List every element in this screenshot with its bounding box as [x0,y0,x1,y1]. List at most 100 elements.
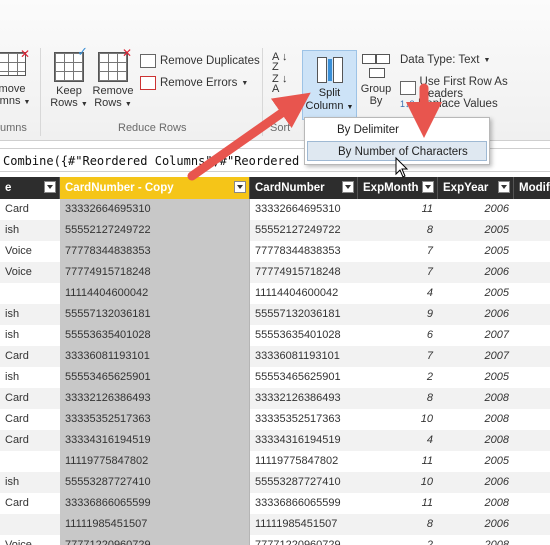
table-cell[interactable]: 1 [514,430,550,451]
table-cell[interactable]: Card [0,388,60,409]
table-cell[interactable]: Card [0,493,60,514]
filter-dropdown-icon[interactable] [234,181,246,193]
table-cell[interactable]: 2005 [438,283,514,304]
table-cell[interactable]: 7 [358,346,438,367]
table-cell[interactable]: 4 [514,304,550,325]
table-cell[interactable]: 55553635401028 [250,325,358,346]
table-cell[interactable] [514,325,550,346]
replace-values-button[interactable]: 1↓2 Replace Values [400,98,498,110]
table-row[interactable]: Voice 77771220960729 77771220960729 2 2008 [0,535,550,545]
table-row[interactable]: ish 55553635401028 55553635401028 6 2007 [0,325,550,346]
table-cell[interactable]: 7 [358,262,438,283]
table-cell[interactable]: Card [0,409,60,430]
keep-rows-button[interactable]: ✓ Keep Rows ▼ [48,45,90,111]
table-cell[interactable]: 2008 [438,493,514,514]
filter-dropdown-icon[interactable] [422,181,434,193]
table-cell[interactable]: ish [0,325,60,346]
column-header-expyear[interactable]: ExpYear [438,177,514,199]
sort-descending-button[interactable]: Z A ↓ [272,74,288,95]
table-cell[interactable] [0,283,60,304]
use-first-row-headers-button[interactable]: Use First Row As Headers [400,76,550,100]
table-cell[interactable]: 77778344838353 [60,241,250,262]
table-cell[interactable]: 7 [358,241,438,262]
table-cell[interactable]: 77774915718248 [60,262,250,283]
table-row[interactable]: Voice7777834483835377778344838353720051 [0,241,550,262]
table-cell[interactable]: 55557132036181 [60,304,250,325]
table-cell[interactable]: 2006 [438,199,514,220]
table-cell[interactable]: 2 [358,535,438,545]
table-cell[interactable]: 77774915718248 [250,262,358,283]
table-row[interactable]: Card3333431619451933334316194519420081 [0,430,550,451]
table-cell[interactable]: 33335352517363 [250,409,358,430]
table-cell[interactable]: 77771220960729 [60,535,250,545]
table-row[interactable]: Card 33335352517363 33335352517363 10 2008 [0,409,550,430]
table-cell[interactable]: 4 [358,430,438,451]
table-cell[interactable]: 6 [358,325,438,346]
table-cell[interactable]: 11119775847802 [60,451,250,472]
split-column-button[interactable]: Split Column ▼ [302,50,357,120]
table-cell[interactable]: 12 [514,514,550,535]
table-cell[interactable]: 55553635401028 [60,325,250,346]
table-cell[interactable]: 55552127249722 [60,220,250,241]
table-cell[interactable] [514,451,550,472]
table-row[interactable]: ish555532877274105555328772741010200611 [0,472,550,493]
table-row[interactable]: Card33336866065599333368660655991120085 [0,493,550,514]
table-row[interactable]: 11111985451507111119854515078200612 [0,514,550,535]
table-row[interactable]: Card33332664695310333326646953101120067 [0,199,550,220]
table-cell[interactable]: 10 [358,409,438,430]
table-cell[interactable]: 8 [358,514,438,535]
table-cell[interactable]: Card [0,346,60,367]
table-cell[interactable]: Voice [0,262,60,283]
table-row[interactable]: Card3333212638649333332126386493820088 [0,388,550,409]
column-header-modified[interactable]: Modif [514,177,550,199]
table-cell[interactable]: 9 [358,304,438,325]
table-cell[interactable]: 2006 [438,472,514,493]
table-cell[interactable]: 33332126386493 [250,388,358,409]
table-cell[interactable]: 11 [358,199,438,220]
table-cell[interactable]: 7 [514,199,550,220]
table-cell[interactable]: 33336081193101 [250,346,358,367]
remove-columns-button[interactable]: ✕ move umns ▼ [0,48,34,109]
table-cell[interactable] [0,514,60,535]
table-cell[interactable]: ish [0,367,60,388]
table-cell[interactable]: 55553465625901 [60,367,250,388]
filter-dropdown-icon[interactable] [342,181,354,193]
table-row[interactable]: 11114404600042 11114404600042 4 2005 [0,283,550,304]
table-cell[interactable]: Voice [0,241,60,262]
table-cell[interactable]: Card [0,430,60,451]
table-cell[interactable]: 33334316194519 [250,430,358,451]
table-cell[interactable]: 5 [514,262,550,283]
remove-rows-button[interactable]: ✕ Remove Rows ▼ [92,47,134,111]
table-cell[interactable]: 11114404600042 [60,283,250,304]
table-cell[interactable]: Card [0,199,60,220]
table-cell[interactable]: 11111985451507 [60,514,250,535]
table-cell[interactable]: 2 [358,367,438,388]
table-cell[interactable]: 55553465625901 [250,367,358,388]
filter-dropdown-icon[interactable] [498,181,510,193]
table-cell[interactable] [514,535,550,545]
table-row[interactable]: Voice7777491571824877774915718248720065 [0,262,550,283]
table-cell[interactable] [514,283,550,304]
table-cell[interactable] [0,451,60,472]
table-cell[interactable]: 11114404600042 [250,283,358,304]
table-cell[interactable]: 33332664695310 [60,199,250,220]
table-cell[interactable]: 11119775847802 [250,451,358,472]
remove-errors-button[interactable]: Remove Errors ▼ [140,76,248,90]
table-cell[interactable]: 11 [358,493,438,514]
table-cell[interactable]: Voice [0,535,60,545]
table-cell[interactable]: 8 [358,220,438,241]
data-type-dropdown[interactable]: Data Type: Text ▼ [400,54,490,66]
table-cell[interactable]: 11111985451507 [250,514,358,535]
table-cell[interactable]: 33332126386493 [60,388,250,409]
by-number-of-characters-item[interactable]: By Number of Characters [307,141,487,161]
table-cell[interactable]: ish [0,472,60,493]
table-cell[interactable]: 9 [514,367,550,388]
table-cell[interactable]: 2008 [438,535,514,545]
table-cell[interactable]: 11 [358,451,438,472]
table-cell[interactable]: 2008 [438,409,514,430]
table-cell[interactable]: 8 [358,388,438,409]
table-cell[interactable]: 6 [514,346,550,367]
column-header-expmonth[interactable]: ExpMonth [358,177,438,199]
table-cell[interactable]: 2005 [438,451,514,472]
table-cell[interactable]: 2007 [438,325,514,346]
